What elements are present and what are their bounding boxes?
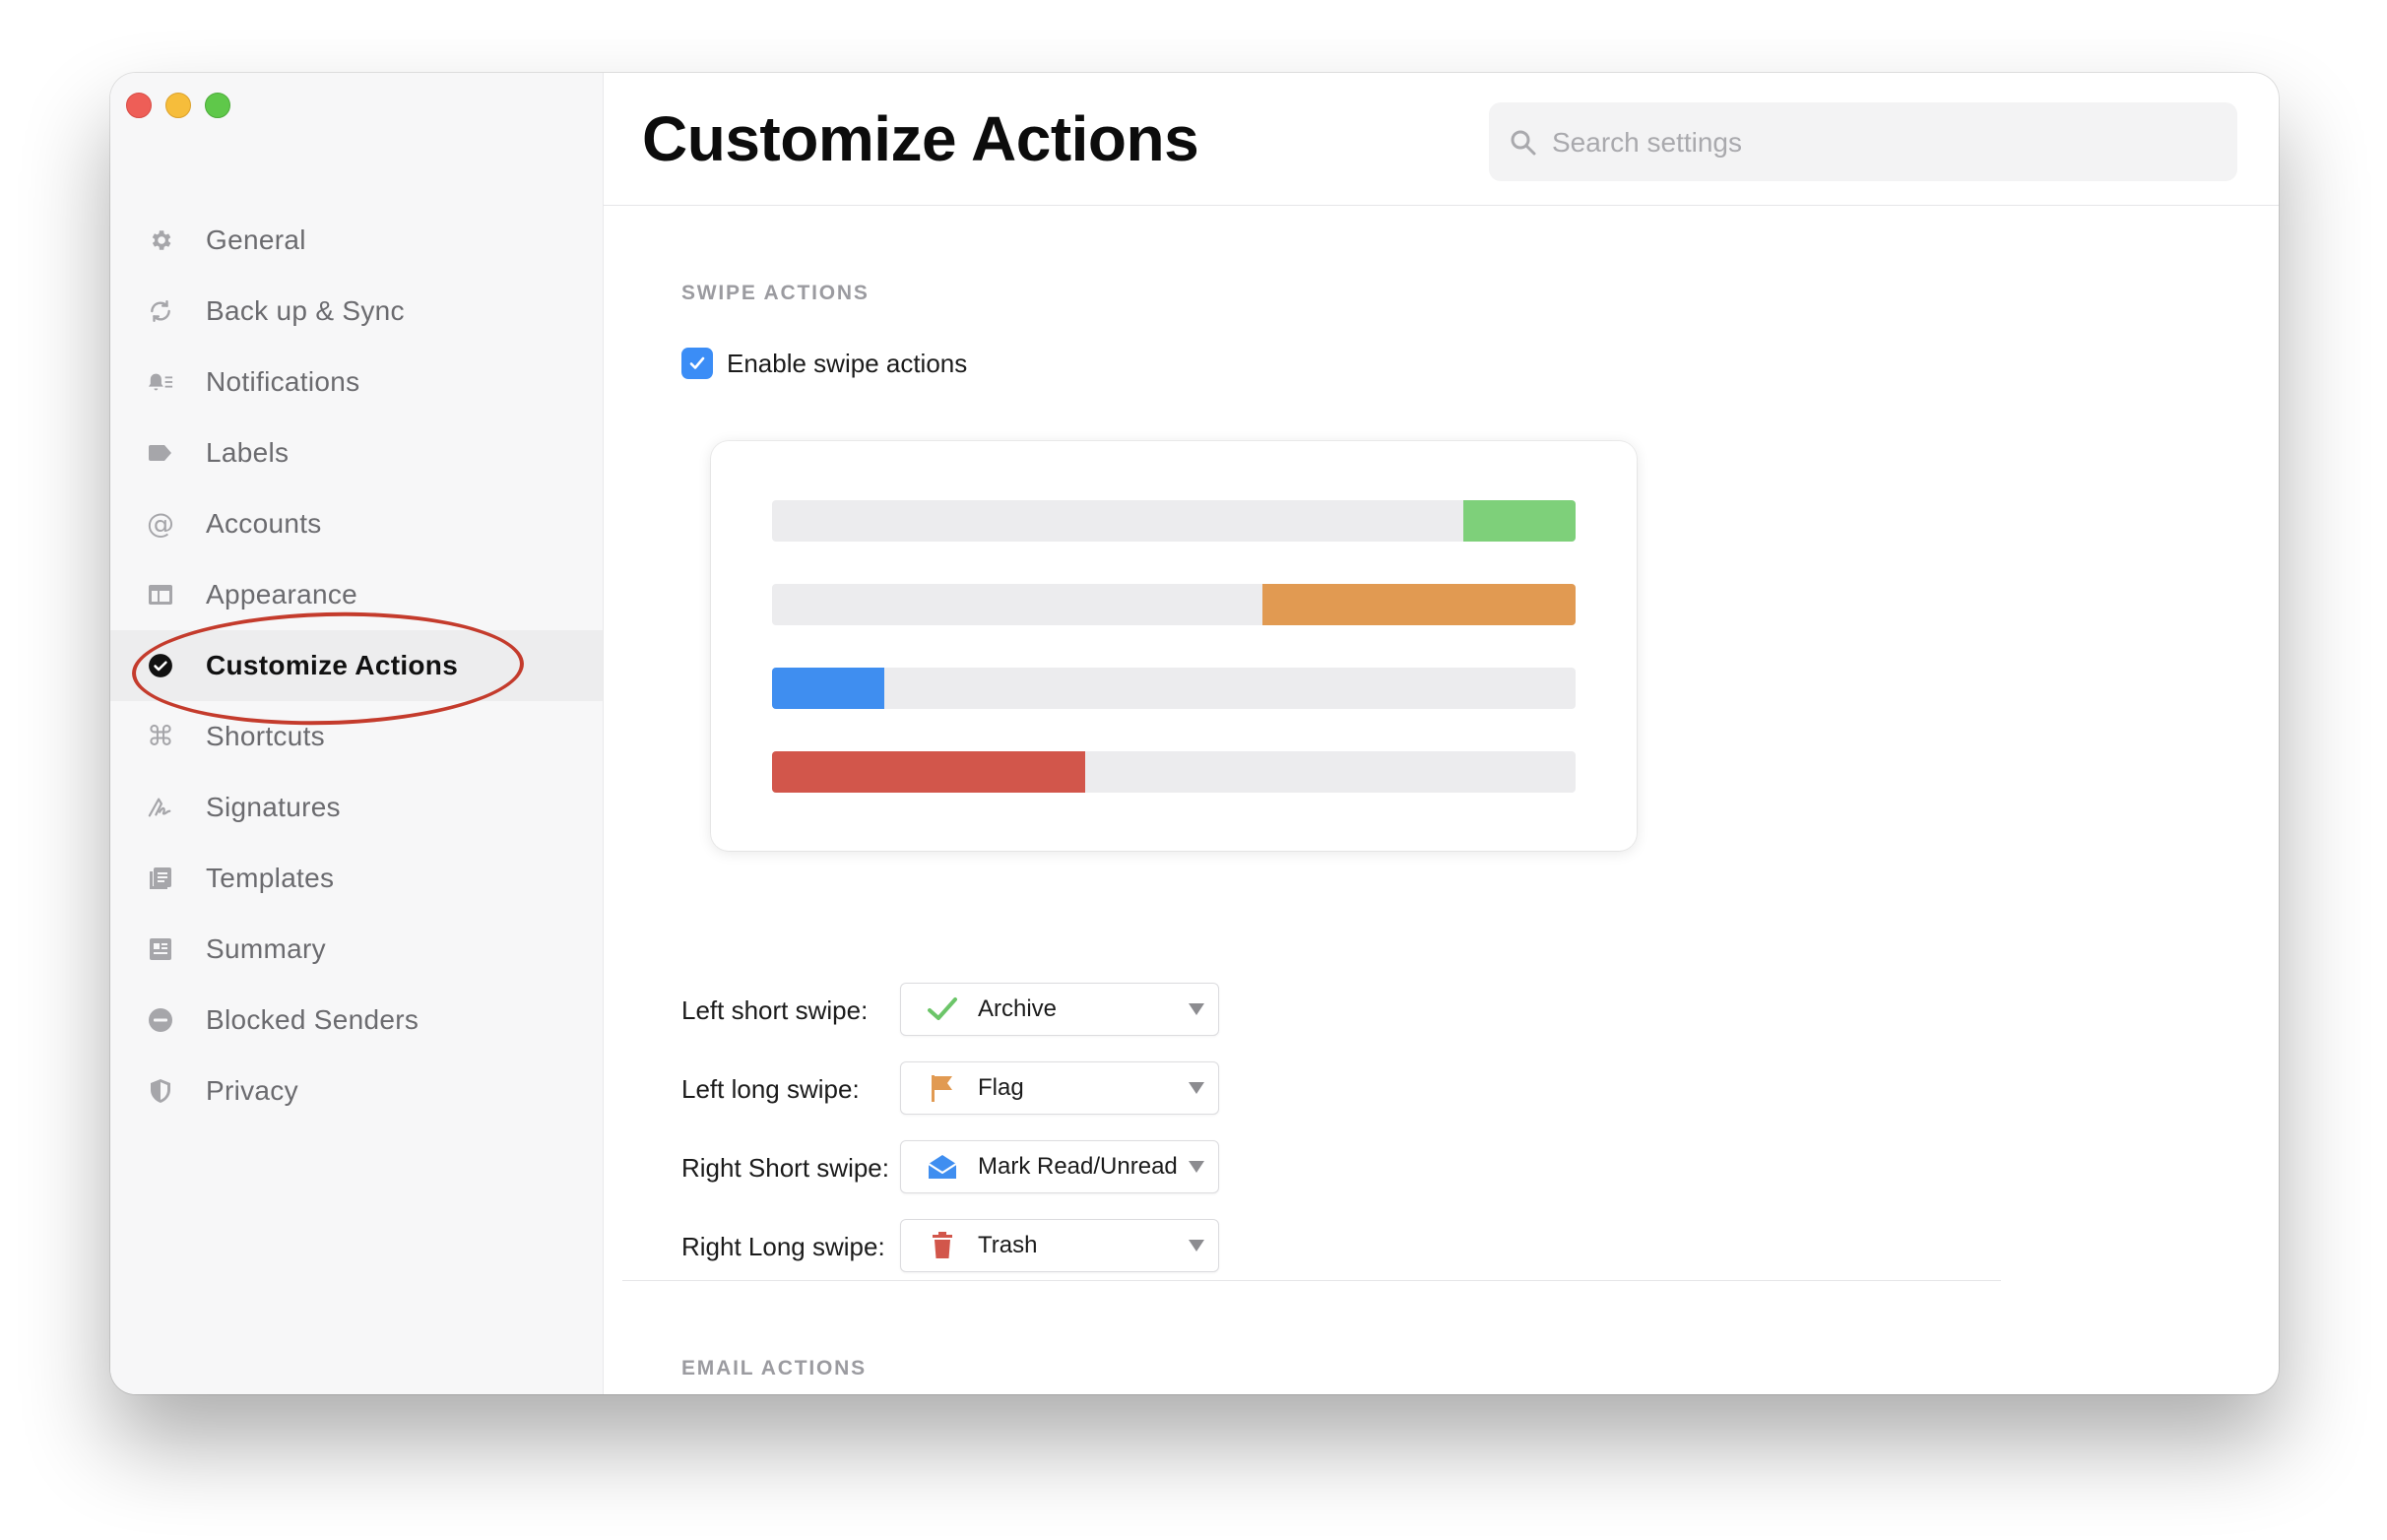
right-long-swipe-value: Trash: [978, 1232, 1038, 1258]
email-actions-heading: EMAIL ACTIONS: [681, 1357, 867, 1380]
main-content: Customize Actions SWIPE ACTIONS Enable s…: [603, 73, 2279, 1394]
swipe-preview-fill-flag: [1261, 584, 1576, 625]
sidebar-item-blocked-senders[interactable]: Blocked Senders: [110, 985, 603, 1056]
sidebar-item-notifications[interactable]: Notifications: [110, 347, 603, 417]
signature-icon: [148, 795, 173, 820]
sidebar-item-label: Back up & Sync: [206, 295, 405, 326]
left-short-swipe-select[interactable]: Archive: [900, 983, 1219, 1036]
swipe-preview-fill-trash: [772, 751, 1086, 793]
sidebar-item-summary[interactable]: Summary: [110, 914, 603, 985]
search-icon: [1509, 128, 1538, 158]
sidebar-item-label: Summary: [206, 933, 326, 964]
close-window-button[interactable]: [126, 93, 152, 118]
swipe-preview-bar: [772, 584, 1576, 625]
bell-icon: [148, 369, 173, 395]
swipe-preview-bar: [772, 668, 1576, 709]
swipe-actions-heading: SWIPE ACTIONS: [681, 282, 870, 304]
chevron-down-icon: [1189, 1161, 1204, 1173]
left-short-swipe-label: Left short swipe:: [681, 995, 869, 1025]
sidebar: General Back up & Sync Notifications Lab…: [110, 73, 604, 1394]
flag-icon: [927, 1073, 958, 1103]
sidebar-item-backup-sync[interactable]: Back up & Sync: [110, 276, 603, 347]
sync-icon: [148, 298, 173, 324]
envelope-open-icon: [927, 1152, 958, 1182]
checkmark-icon: [689, 356, 705, 369]
sidebar-item-label: Customize Actions: [206, 650, 459, 680]
sidebar-item-label: Privacy: [206, 1075, 298, 1106]
sidebar-item-label: Shortcuts: [206, 721, 325, 751]
section-divider: [622, 1280, 2001, 1281]
summary-icon: [148, 936, 173, 962]
chevron-down-icon: [1189, 1240, 1204, 1251]
sidebar-item-label: Templates: [206, 863, 335, 893]
check-circle-icon: [148, 653, 173, 678]
sidebar-item-shortcuts[interactable]: ⌘ Shortcuts: [110, 701, 603, 772]
minimize-window-button[interactable]: [165, 93, 191, 118]
chevron-down-icon: [1189, 1082, 1204, 1094]
at-icon: @: [147, 507, 174, 540]
label-icon: [148, 440, 173, 466]
shield-icon: [148, 1078, 173, 1104]
swipe-preview-card: [711, 441, 1637, 851]
sidebar-item-labels[interactable]: Labels: [110, 417, 603, 488]
left-short-swipe-value: Archive: [978, 995, 1058, 1022]
sidebar-item-customize-actions[interactable]: Customize Actions: [110, 630, 603, 701]
sidebar-item-signatures[interactable]: Signatures: [110, 772, 603, 843]
sidebar-item-templates[interactable]: Templates: [110, 843, 603, 914]
layout-icon: [148, 582, 173, 608]
swipe-preview-fill-archive: [1462, 500, 1576, 542]
sidebar-item-label: Accounts: [206, 508, 322, 539]
left-long-swipe-value: Flag: [978, 1074, 1024, 1101]
sidebar-item-label: Signatures: [206, 792, 341, 822]
left-long-swipe-select[interactable]: Flag: [900, 1061, 1219, 1115]
sidebar-item-label: Notifications: [206, 366, 360, 397]
trash-icon: [927, 1231, 958, 1260]
swipe-preview-fill-read: [772, 668, 885, 709]
gear-icon: [148, 227, 173, 253]
enable-swipe-actions-label: Enable swipe actions: [727, 348, 968, 378]
sidebar-item-accounts[interactable]: @ Accounts: [110, 488, 603, 559]
right-short-swipe-value: Mark Read/Unread: [978, 1153, 1178, 1180]
enable-swipe-actions-row: Enable swipe actions: [681, 347, 967, 380]
search-input[interactable]: [1550, 102, 2204, 183]
sidebar-item-general[interactable]: General: [110, 205, 603, 276]
sidebar-item-label: General: [206, 225, 306, 255]
right-long-swipe-select[interactable]: Trash: [900, 1219, 1219, 1272]
sidebar-item-privacy[interactable]: Privacy: [110, 1056, 603, 1126]
command-icon: ⌘: [147, 720, 174, 752]
left-long-swipe-label: Left long swipe:: [681, 1074, 860, 1104]
sidebar-item-label: Labels: [206, 437, 290, 468]
header-divider: [603, 205, 2279, 206]
search-box[interactable]: [1489, 102, 2237, 183]
blocked-icon: [148, 1007, 173, 1033]
sidebar-item-appearance[interactable]: Appearance: [110, 559, 603, 630]
swipe-preview-bar: [772, 751, 1576, 793]
enable-swipe-actions-checkbox[interactable]: [681, 348, 713, 379]
right-short-swipe-select[interactable]: Mark Read/Unread: [900, 1140, 1219, 1193]
right-short-swipe-label: Right Short swipe:: [681, 1153, 889, 1183]
page-title: Customize Actions: [642, 103, 1199, 174]
settings-window: General Back up & Sync Notifications Lab…: [110, 73, 2279, 1394]
swipe-preview-bar: [772, 500, 1576, 542]
templates-icon: [148, 866, 173, 891]
sidebar-item-label: Blocked Senders: [206, 1004, 419, 1035]
zoom-window-button[interactable]: [205, 93, 230, 118]
right-long-swipe-label: Right Long swipe:: [681, 1232, 885, 1261]
sidebar-item-label: Appearance: [206, 579, 358, 610]
chevron-down-icon: [1189, 1003, 1204, 1015]
checkmark-icon: [927, 995, 958, 1024]
